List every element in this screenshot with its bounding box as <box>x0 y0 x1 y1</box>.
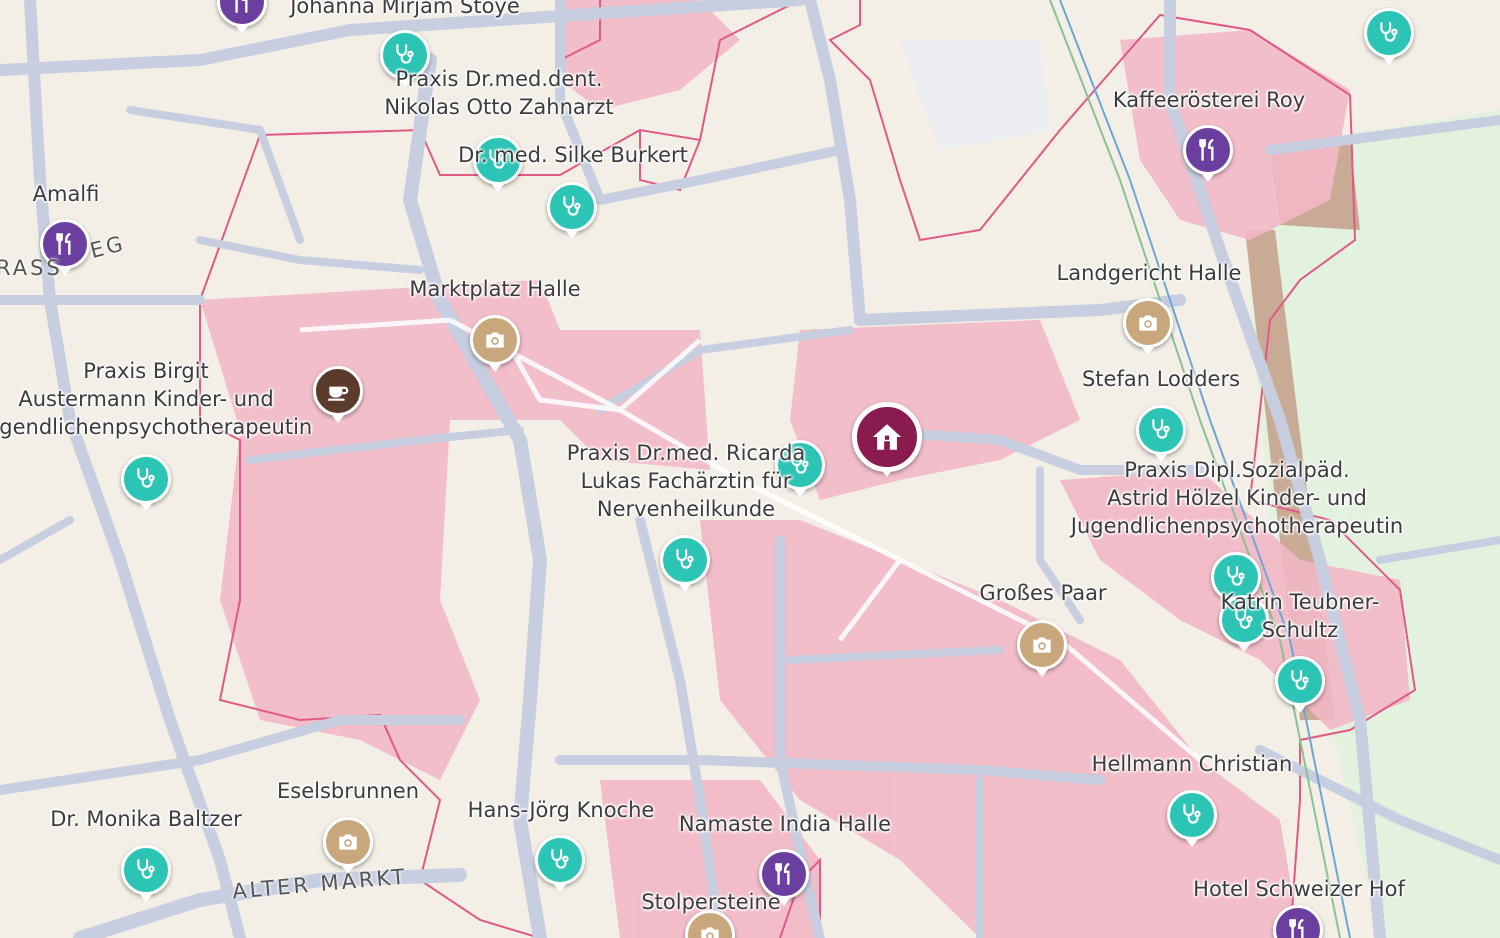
medical-pin[interactable] <box>121 845 171 902</box>
place-label[interactable]: Hotel Schweizer Hof <box>1193 875 1405 903</box>
sight-pin[interactable] <box>323 817 373 874</box>
street-label: RASS <box>0 256 63 280</box>
stethoscope-icon <box>1287 668 1313 694</box>
place-label[interactable]: Katrin Teubner- Schultz <box>1221 588 1380 644</box>
fork-knife-icon <box>1285 917 1311 938</box>
sight-pin[interactable] <box>1017 620 1067 677</box>
stethoscope-icon <box>133 466 159 492</box>
place-label[interactable]: Praxis Dipl.Sozialpäd. Astrid Hölzel Kind… <box>1071 456 1403 540</box>
place-label[interactable]: Hellmann Christian <box>1092 750 1293 778</box>
place-label[interactable]: Praxis Birgit Austermann Kinder- und Jugen… <box>0 357 312 441</box>
stethoscope-icon <box>559 194 585 220</box>
place-label[interactable]: Amalfi <box>33 180 100 208</box>
place-label[interactable]: Marktplatz Halle <box>409 275 580 303</box>
camera-icon <box>697 922 723 938</box>
stethoscope-icon <box>672 547 698 573</box>
place-label[interactable]: Eselsbrunnen <box>277 777 419 805</box>
place-label[interactable]: Großes Paar <box>979 579 1106 607</box>
stethoscope-icon <box>1148 417 1174 443</box>
place-label[interactable]: Stolpersteine <box>641 888 780 916</box>
restaurant-pin[interactable] <box>1183 125 1233 182</box>
fork-knife-icon <box>1195 137 1221 163</box>
house-icon <box>870 420 904 454</box>
sight-pin[interactable] <box>1123 298 1173 355</box>
coffee-cup-icon <box>325 378 351 404</box>
stethoscope-icon <box>1179 802 1205 828</box>
place-label[interactable]: Stefan Lodders <box>1082 365 1240 393</box>
medical-pin[interactable] <box>547 182 597 239</box>
fork-knife-icon <box>52 231 78 257</box>
home-pin[interactable] <box>852 402 922 477</box>
camera-icon <box>1029 632 1055 658</box>
place-label[interactable]: Dr. Monika Baltzer <box>50 805 242 833</box>
place-label[interactable]: Kaffeerösterei Roy <box>1113 86 1305 114</box>
place-label[interactable]: Hans-Jörg Knoche <box>468 796 655 824</box>
place-label[interactable]: Praxis Dr.med. Ricarda Lukas Fachärztin f… <box>567 439 806 523</box>
cafe-pin[interactable] <box>313 366 363 423</box>
place-label[interactable]: Johanna Mirjam Stoye <box>290 0 520 20</box>
place-label[interactable]: Dr. med. Silke Burkert <box>458 141 688 169</box>
place-label[interactable]: Praxis Dr.med.dent. Nikolas Otto Zahnarzt <box>384 65 613 121</box>
fork-knife-icon <box>771 861 797 887</box>
medical-pin[interactable] <box>1136 405 1186 462</box>
medical-pin[interactable] <box>1275 656 1325 713</box>
medical-pin[interactable] <box>1364 8 1414 65</box>
stethoscope-icon <box>133 857 159 883</box>
camera-icon <box>335 829 361 855</box>
medical-pin[interactable] <box>535 835 585 892</box>
stethoscope-icon <box>1223 564 1249 590</box>
medical-pin[interactable] <box>660 535 710 592</box>
map-view[interactable]: Johanna Mirjam Stoye Praxis Dr.med.dent. N… <box>0 0 1500 938</box>
stethoscope-icon <box>547 847 573 873</box>
medical-pin[interactable] <box>121 454 171 511</box>
medical-pin[interactable] <box>1167 790 1217 847</box>
camera-icon <box>482 327 508 353</box>
sight-pin[interactable] <box>470 315 520 372</box>
stethoscope-icon <box>1376 20 1402 46</box>
place-label[interactable]: Landgericht Halle <box>1057 259 1242 287</box>
place-label[interactable]: Namaste India Halle <box>679 810 891 838</box>
fork-knife-icon <box>229 0 255 15</box>
camera-icon <box>1135 310 1161 336</box>
